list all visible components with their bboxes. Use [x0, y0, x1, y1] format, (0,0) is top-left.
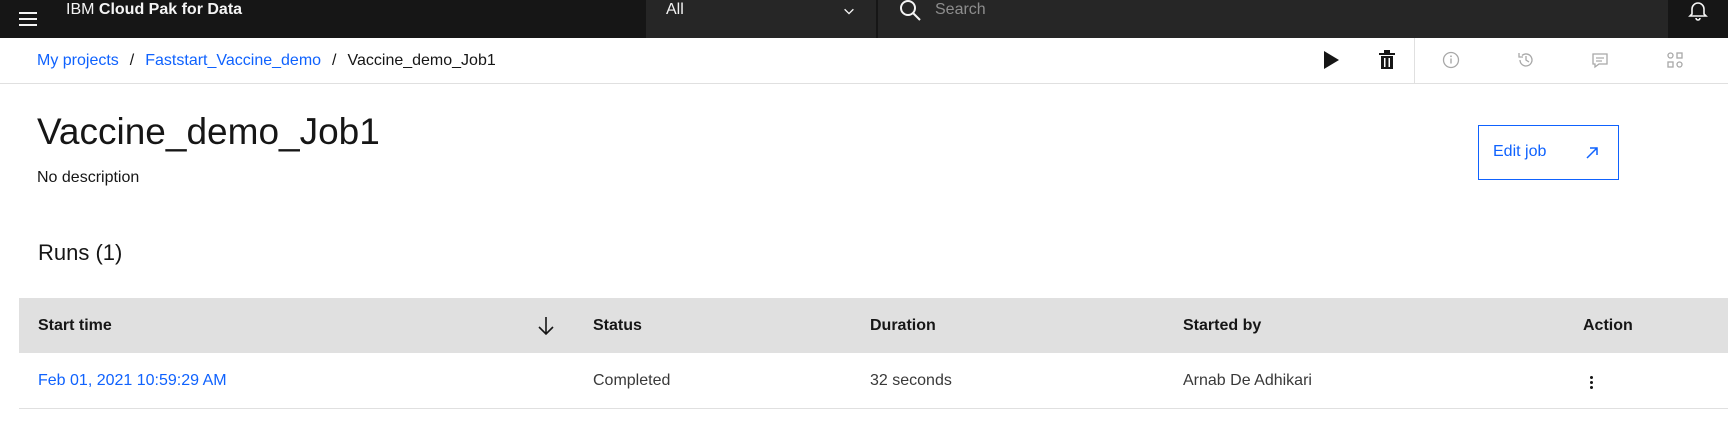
- comments-button[interactable]: [1588, 48, 1612, 72]
- breadcrumb-bar: My projects / Faststart_Vaccine_demo / V…: [0, 38, 1728, 84]
- scope-value: All: [666, 1, 684, 18]
- delete-icon: [1379, 50, 1395, 69]
- search-icon: [900, 0, 921, 21]
- job-description: No description: [37, 169, 140, 186]
- apps-icon: [1667, 52, 1683, 68]
- run-status: Completed: [593, 372, 671, 389]
- breadcrumb-separator: /: [129, 52, 135, 69]
- scope-dropdown[interactable]: All: [646, 0, 876, 38]
- column-status[interactable]: Status: [593, 298, 642, 353]
- notification-bell-icon[interactable]: [1686, 0, 1710, 22]
- run-job-button[interactable]: [1319, 48, 1343, 72]
- arrow-up-right-icon: [1586, 147, 1598, 159]
- run-start-time-link[interactable]: Feb 01, 2021 10:59:29 AM: [38, 353, 227, 409]
- info-button[interactable]: [1439, 48, 1463, 72]
- sort-descending-icon[interactable]: [535, 315, 557, 337]
- delete-job-button[interactable]: [1375, 48, 1399, 72]
- global-search[interactable]: Search: [878, 0, 1668, 38]
- breadcrumb-current: Vaccine_demo_Job1: [347, 52, 496, 69]
- history-button[interactable]: [1514, 48, 1538, 72]
- brand-prefix: IBM: [66, 1, 95, 18]
- history-icon: [1518, 53, 1533, 67]
- breadcrumb-separator: /: [332, 52, 337, 69]
- column-start-time[interactable]: Start time: [38, 298, 112, 353]
- column-duration[interactable]: Duration: [870, 298, 936, 353]
- breadcrumb: My projects / Faststart_Vaccine_demo / V…: [37, 38, 496, 84]
- info-icon: [1442, 51, 1460, 69]
- overflow-menu-icon[interactable]: [1582, 372, 1600, 392]
- edit-job-label: Edit job: [1493, 143, 1547, 160]
- breadcrumb-my-projects[interactable]: My projects: [37, 52, 119, 70]
- top-nav-bar: IBM Cloud Pak for Data All Search: [0, 0, 1728, 38]
- page-title: Vaccine_demo_Job1: [37, 111, 380, 152]
- edit-job-button[interactable]: Edit job: [1478, 125, 1619, 180]
- chevron-down-icon: [844, 8, 854, 15]
- column-started-by[interactable]: Started by: [1183, 298, 1261, 353]
- table-header: Start time Status Duration Started by Ac…: [19, 298, 1728, 353]
- column-action: Action: [1583, 317, 1633, 334]
- table-row: Feb 01, 2021 10:59:29 AM Completed 32 se…: [19, 353, 1728, 409]
- run-started-by: Arnab De Adhikari: [1183, 372, 1312, 389]
- breadcrumb-project[interactable]: Faststart_Vaccine_demo: [145, 52, 321, 70]
- runs-heading: Runs (1): [38, 240, 123, 265]
- search-input[interactable]: Search: [935, 0, 986, 20]
- brand-name: Cloud Pak for Data: [98, 1, 243, 18]
- comments-icon: [1592, 53, 1608, 69]
- product-brand[interactable]: IBM Cloud Pak for Data: [66, 0, 242, 20]
- toolbar-divider: [1414, 38, 1415, 84]
- run-icon: [1324, 51, 1339, 69]
- apps-button[interactable]: [1663, 48, 1687, 72]
- run-duration: 32 seconds: [870, 372, 952, 389]
- hamburger-menu-icon[interactable]: [10, 0, 46, 38]
